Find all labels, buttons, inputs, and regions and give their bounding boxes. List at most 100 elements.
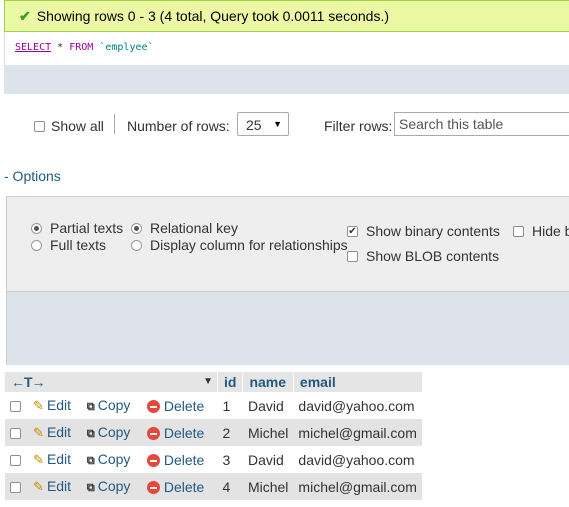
column-header-email[interactable]: email <box>292 372 422 392</box>
cell-id: 3 <box>217 446 243 473</box>
option-show-blob[interactable]: Show BLOB contents <box>347 248 499 264</box>
option-relational-key-label: Relational key <box>150 220 238 236</box>
table-row: ✎ Edit ⧉ Copy Delete 3 David david@yahoo.c… <box>4 446 422 473</box>
pencil-icon: ✎ <box>33 425 44 440</box>
radio-relational-key[interactable] <box>131 222 142 234</box>
delete-action[interactable]: Delete <box>141 419 218 446</box>
pencil-icon: ✎ <box>33 452 44 467</box>
copy-link[interactable]: Copy <box>98 424 131 440</box>
copy-link[interactable]: Copy <box>98 451 131 467</box>
delete-icon <box>146 426 160 440</box>
option-display-column[interactable]: Display column for relationships <box>131 237 348 253</box>
show-all-label: Show all <box>51 118 104 134</box>
show-blob-checkbox[interactable] <box>347 250 358 262</box>
row-checkbox-cell <box>4 392 29 419</box>
row-checkbox-cell <box>4 446 29 473</box>
delete-link[interactable]: Delete <box>164 452 204 468</box>
delete-link[interactable]: Delete <box>164 479 204 495</box>
table-header-row: ←T→ ▼ id name email <box>4 372 422 392</box>
delete-link[interactable]: Delete <box>164 425 204 441</box>
column-header-id[interactable]: id <box>216 372 243 392</box>
row-checkbox[interactable] <box>9 428 21 440</box>
cell-id: 2 <box>217 419 243 446</box>
results-table: ←T→ ▼ id name email ✎ Edit ⧉ Copy Delete 1… <box>4 372 422 500</box>
row-checkbox[interactable] <box>9 401 21 413</box>
radio-display-column[interactable] <box>131 239 142 251</box>
show-all-checkbox[interactable] <box>34 120 45 132</box>
option-show-blob-label: Show BLOB contents <box>366 248 500 264</box>
delete-icon <box>146 480 160 494</box>
radio-full-texts[interactable] <box>31 239 42 251</box>
edit-action[interactable]: ✎ Edit <box>28 419 82 446</box>
copy-link[interactable]: Copy <box>98 397 131 413</box>
row-checkbox-cell <box>4 419 29 446</box>
number-of-rows-select[interactable]: 25 ▼ <box>237 112 289 136</box>
copy-icon: ⧉ <box>86 482 95 494</box>
column-header-name[interactable]: name <box>242 372 294 392</box>
actions-header: ←T→ ▼ <box>4 372 218 392</box>
radio-partial-texts[interactable] <box>31 222 42 234</box>
pencil-icon: ✎ <box>33 398 44 413</box>
cell-email: michel@gmail.com <box>293 473 422 500</box>
sql-select-keyword[interactable]: SELECT <box>15 42 51 53</box>
delete-action[interactable]: Delete <box>141 392 218 419</box>
navigation-bar: Show all Number of rows: 25 ▼ Filter row… <box>0 110 569 140</box>
status-text: Showing rows 0 - 3 (4 total, Query took … <box>36 8 389 24</box>
table-row: ✎ Edit ⧉ Copy Delete 2 Michel michel@gmail… <box>4 419 422 446</box>
divider <box>114 114 115 134</box>
table-row: ✎ Edit ⧉ Copy Delete 1 David david@yahoo.c… <box>4 392 422 419</box>
edit-link[interactable]: Edit <box>47 478 71 494</box>
delete-action[interactable]: Delete <box>141 473 218 500</box>
delete-link[interactable]: Delete <box>164 398 204 414</box>
copy-action[interactable]: ⧉ Copy <box>81 419 142 446</box>
cell-email: michel@gmail.com <box>293 419 422 446</box>
filter-rows-input[interactable] <box>394 112 569 136</box>
edit-action[interactable]: ✎ Edit <box>28 392 82 419</box>
cell-email: david@yahoo.com <box>293 446 422 473</box>
copy-action[interactable]: ⧉ Copy <box>81 446 142 473</box>
column-arrows-icon[interactable]: ←T→ <box>11 374 46 390</box>
option-show-binary[interactable]: Show binary contents <box>347 223 500 239</box>
option-relational-key[interactable]: Relational key <box>131 220 238 236</box>
option-show-binary-label: Show binary contents <box>366 223 500 239</box>
number-of-rows-value: 25 <box>246 117 262 133</box>
edit-action[interactable]: ✎ Edit <box>28 446 82 473</box>
sql-star: * <box>57 42 64 53</box>
copy-link[interactable]: Copy <box>98 478 131 494</box>
success-message: ✔ Showing rows 0 - 3 (4 total, Query too… <box>4 0 569 32</box>
row-checkbox[interactable] <box>9 455 21 467</box>
copy-action[interactable]: ⧉ Copy <box>81 473 142 500</box>
edit-action[interactable]: ✎ Edit <box>28 473 82 500</box>
option-display-column-label: Display column for relationships <box>150 237 348 253</box>
delete-icon <box>146 453 160 467</box>
show-all-toggle[interactable]: Show all <box>34 118 104 134</box>
sql-table-name: `emplyee` <box>99 42 154 53</box>
show-binary-checkbox[interactable] <box>347 225 358 237</box>
hide-browser-checkbox[interactable] <box>513 225 524 237</box>
options-panel: Partial texts Full texts Relational key … <box>6 196 569 365</box>
sql-from-keyword: FROM <box>69 42 94 53</box>
cell-name: Michel <box>242 419 294 446</box>
dropdown-triangle-icon[interactable]: ▼ <box>203 376 213 387</box>
sql-toolbar <box>4 65 569 94</box>
copy-icon: ⧉ <box>86 428 95 440</box>
table-row: ✎ Edit ⧉ Copy Delete 4 Michel michel@gmail… <box>4 473 422 500</box>
row-checkbox[interactable] <box>9 482 21 494</box>
option-full-texts[interactable]: Full texts <box>31 237 106 253</box>
cell-email: david@yahoo.com <box>293 392 422 419</box>
pencil-icon: ✎ <box>33 479 44 494</box>
copy-action[interactable]: ⧉ Copy <box>81 392 142 419</box>
options-submit-area <box>7 291 569 365</box>
filter-rows-label: Filter rows: <box>324 118 393 134</box>
sql-query-box: SELECT * FROM `emplyee` <box>4 32 569 65</box>
edit-link[interactable]: Edit <box>47 424 71 440</box>
edit-link[interactable]: Edit <box>47 451 71 467</box>
row-checkbox-cell <box>4 473 29 500</box>
cell-name: Michel <box>242 473 294 500</box>
option-hide-browser[interactable]: Hide b <box>513 223 569 239</box>
delete-action[interactable]: Delete <box>141 446 218 473</box>
options-toggle-link[interactable]: - Options <box>4 168 61 184</box>
option-partial-texts[interactable]: Partial texts <box>31 220 123 236</box>
checkmark-icon: ✔ <box>19 7 31 24</box>
edit-link[interactable]: Edit <box>47 397 71 413</box>
